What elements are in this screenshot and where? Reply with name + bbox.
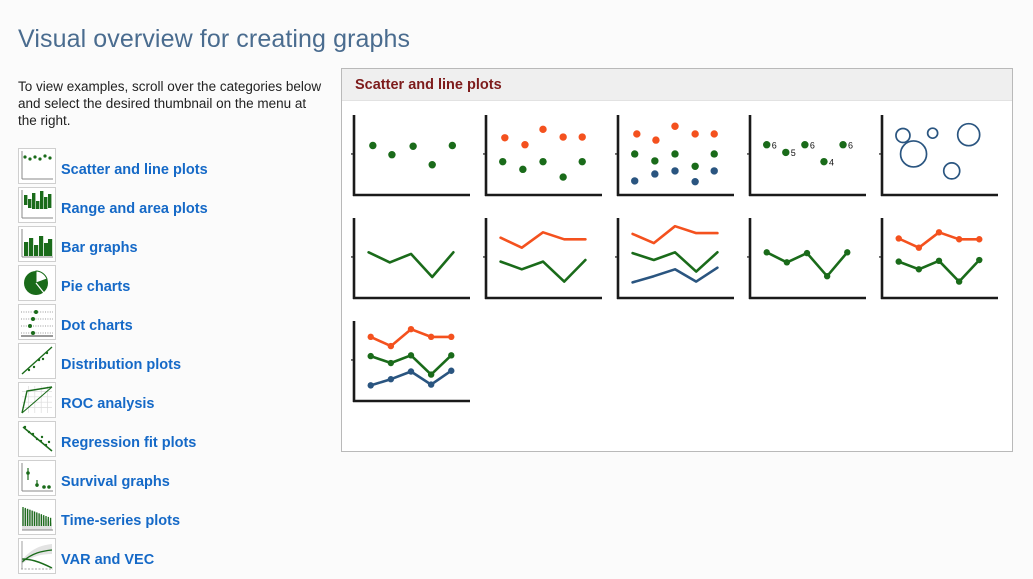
distribution-thumb-icon xyxy=(18,342,56,379)
sidebar-item-label[interactable]: ROC analysis xyxy=(61,396,155,418)
thumbnail-chart xyxy=(615,115,734,197)
sidebar-item-time-series-plots[interactable]: Time-series plots xyxy=(18,496,323,535)
sidebar-item-bar-graphs[interactable]: Bar graphs xyxy=(18,223,323,262)
sidebar-item-var-and-vec[interactable]: VAR and VEC xyxy=(18,535,323,574)
sidebar-item-label[interactable]: Survival graphs xyxy=(61,474,170,496)
thumbnail-chart xyxy=(879,218,998,300)
sidebar-item-regression-fit-plots[interactable]: Regression fit plots xyxy=(18,418,323,457)
sidebar-item-survival-graphs[interactable]: Survival graphs xyxy=(18,457,323,496)
dot-thumb-icon xyxy=(18,303,56,340)
bar-thumb-icon[interactable] xyxy=(18,225,56,262)
thumbnail-scatter-three-group[interactable] xyxy=(612,111,744,214)
bar-thumb-icon xyxy=(18,225,56,262)
intro-text: To view examples, scroll over the catego… xyxy=(18,78,322,128)
point-label: 5 xyxy=(791,148,796,158)
thumbnail-line-two-series[interactable] xyxy=(480,214,612,317)
panel-header: Scatter and line plots xyxy=(342,69,1012,101)
panel-title: Scatter and line plots xyxy=(355,76,502,93)
sidebar-item-label[interactable]: Time-series plots xyxy=(61,513,180,535)
thumbnail-chart xyxy=(351,115,470,197)
thumbnail-chart xyxy=(351,321,470,403)
sidebar-item-label[interactable]: VAR and VEC xyxy=(61,552,154,574)
regression-thumb-icon[interactable] xyxy=(18,420,56,457)
thumbnail-bubble[interactable] xyxy=(876,111,1008,214)
thumbnail-chart xyxy=(483,115,602,197)
pie-thumb-icon[interactable] xyxy=(18,264,56,301)
survival-thumb-icon[interactable] xyxy=(18,459,56,496)
point-label: 6 xyxy=(848,140,853,150)
thumbnail-chart xyxy=(483,218,602,300)
thumbnail-scatter-labeled[interactable]: 6 5 6 4 6 xyxy=(744,111,876,214)
thumbnail-chart xyxy=(879,115,998,197)
survival-thumb-icon xyxy=(18,459,56,496)
sidebar-item-label[interactable]: Bar graphs xyxy=(61,240,138,262)
sidebar-item-label[interactable]: Range and area plots xyxy=(61,201,208,223)
roc-thumb-icon xyxy=(18,381,56,418)
thumbnail-chart xyxy=(747,218,866,300)
scatter-thumb-icon[interactable] xyxy=(18,147,56,184)
point-label: 6 xyxy=(810,140,815,150)
thumbnail-connected-two-series[interactable] xyxy=(876,214,1008,317)
range-area-thumb-icon xyxy=(18,186,56,223)
thumbnail-chart: 6 5 6 4 6 xyxy=(747,115,866,197)
point-label: 6 xyxy=(772,140,777,150)
thumbnail-connected-single[interactable] xyxy=(744,214,876,317)
point-label: 4 xyxy=(829,157,834,167)
sidebar-item-label[interactable]: Dot charts xyxy=(61,318,133,340)
thumbnail-line-three-series[interactable] xyxy=(612,214,744,317)
thumbnail-scatter-single[interactable] xyxy=(348,111,480,214)
thumbnail-chart xyxy=(351,218,470,300)
thumbnail-line-single[interactable] xyxy=(348,214,480,317)
sidebar-item-label[interactable]: Distribution plots xyxy=(61,357,181,379)
varvec-thumb-icon[interactable] xyxy=(18,537,56,574)
range-area-thumb-icon[interactable] xyxy=(18,186,56,223)
page-title: Visual overview for creating graphs xyxy=(18,24,411,53)
sidebar-item-roc-analysis[interactable]: ROC analysis xyxy=(18,379,323,418)
sidebar-item-range-and-area-plots[interactable]: Range and area plots xyxy=(18,184,323,223)
sidebar-item-distribution-plots[interactable]: Distribution plots xyxy=(18,340,323,379)
sidebar-item-label[interactable]: Regression fit plots xyxy=(61,435,196,457)
sidebar-item-label[interactable]: Scatter and line plots xyxy=(61,162,208,184)
thumbnail-scatter-two-group[interactable] xyxy=(480,111,612,214)
scatter-thumb-icon xyxy=(18,147,56,184)
sidebar-item-label[interactable]: Pie charts xyxy=(61,279,130,301)
thumbnail-chart xyxy=(615,218,734,300)
distribution-thumb-icon[interactable] xyxy=(18,342,56,379)
roc-thumb-icon[interactable] xyxy=(18,381,56,418)
sidebar-item-pie-charts[interactable]: Pie charts xyxy=(18,262,323,301)
timeseries-thumb-icon xyxy=(18,498,56,535)
pie-thumb-icon xyxy=(18,264,56,301)
thumbnail-connected-three-series[interactable] xyxy=(348,317,480,420)
sidebar: To view examples, scroll over the catego… xyxy=(18,64,323,574)
regression-thumb-icon xyxy=(18,420,56,457)
varvec-thumb-icon xyxy=(18,537,56,574)
thumbnail-grid: 6 5 6 4 6 xyxy=(342,101,1012,420)
timeseries-thumb-icon[interactable] xyxy=(18,498,56,535)
dot-thumb-icon[interactable] xyxy=(18,303,56,340)
sidebar-item-dot-charts[interactable]: Dot charts xyxy=(18,301,323,340)
sidebar-item-scatter-and-line-plots[interactable]: Scatter and line plots xyxy=(18,145,323,184)
category-menu: Scatter and line plots Range and area plo… xyxy=(18,145,323,574)
thumbnail-panel: Scatter and line plots 6 5 6 4 6 xyxy=(341,68,1013,452)
